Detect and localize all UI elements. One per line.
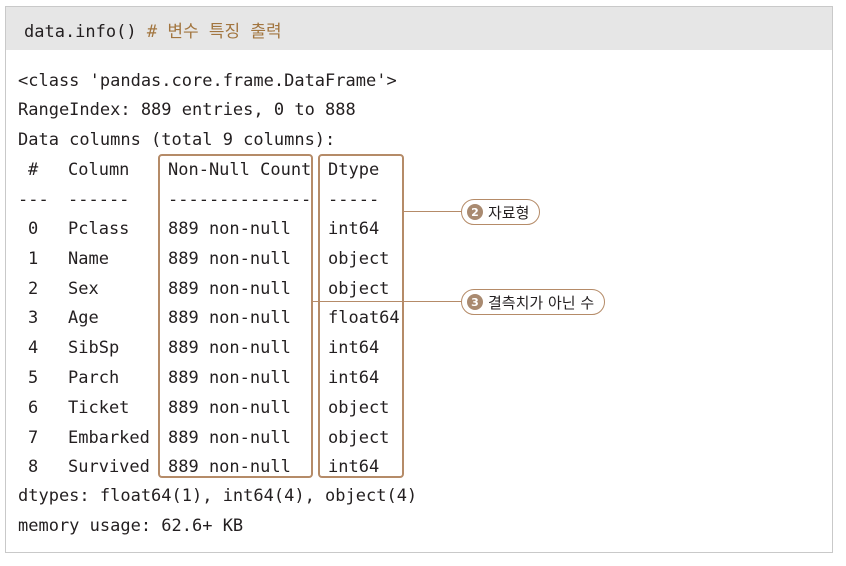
callout-label: 자료형 [488,203,530,222]
callout-label: 결측치가 아닌 수 [488,293,595,312]
cell-idx: 3 [28,308,39,329]
cell-idx: 0 [28,219,39,239]
cell-column: Survived [68,457,150,478]
cell-idx: 7 [28,427,39,448]
cell-idx: 8 [28,457,39,478]
cell-column: Name [68,248,109,269]
cell-idx: 6 [28,397,39,418]
dtype-highlight [318,154,404,478]
output-memory-line: memory usage: 62.6+ KB [18,516,244,536]
code-line: data.info() # 변수 특징 출력 [24,21,282,43]
code-comment: # 변수 특징 출력 [146,22,282,42]
output-class-line: <class 'pandas.core.frame.DataFrame'> [18,71,397,91]
cell-idx: 1 [28,248,39,269]
cell-idx: 4 [28,338,39,359]
output-dtypes-line: dtypes: float64(1), int64(4), object(4) [18,486,418,506]
output-range-index: RangeIndex: 889 entries, 0 to 888 [18,100,356,120]
non-null-count-highlight [158,154,313,478]
cell-column: Embarked [68,427,150,448]
code-statement: data.info() [24,22,137,42]
number-badge: 2 [467,204,483,220]
callout-non-null: 3 결측치가 아닌 수 [461,289,606,315]
cell-column: Ticket [68,397,130,418]
header-column: Column [68,160,130,180]
number-badge: 3 [467,294,483,310]
callout-line-dtype [404,211,462,212]
callout-dtype: 2 자료형 [461,199,541,225]
output-data-columns: Data columns (total 9 columns): [18,130,336,150]
cell-column: Age [68,308,99,329]
separator-column: ------ [68,190,130,210]
callout-line-count [313,301,462,302]
header-idx: # [28,160,39,180]
separator-idx: --- [18,190,49,210]
cell-column: Pclass [68,219,130,239]
cell-idx: 5 [28,368,39,388]
cell-column: Parch [68,368,120,388]
cell-column: Sex [68,278,99,299]
cell-idx: 2 [28,278,39,299]
cell-column: SibSp [68,338,120,359]
code-cell: data.info() # 변수 특징 출력 [6,7,832,50]
